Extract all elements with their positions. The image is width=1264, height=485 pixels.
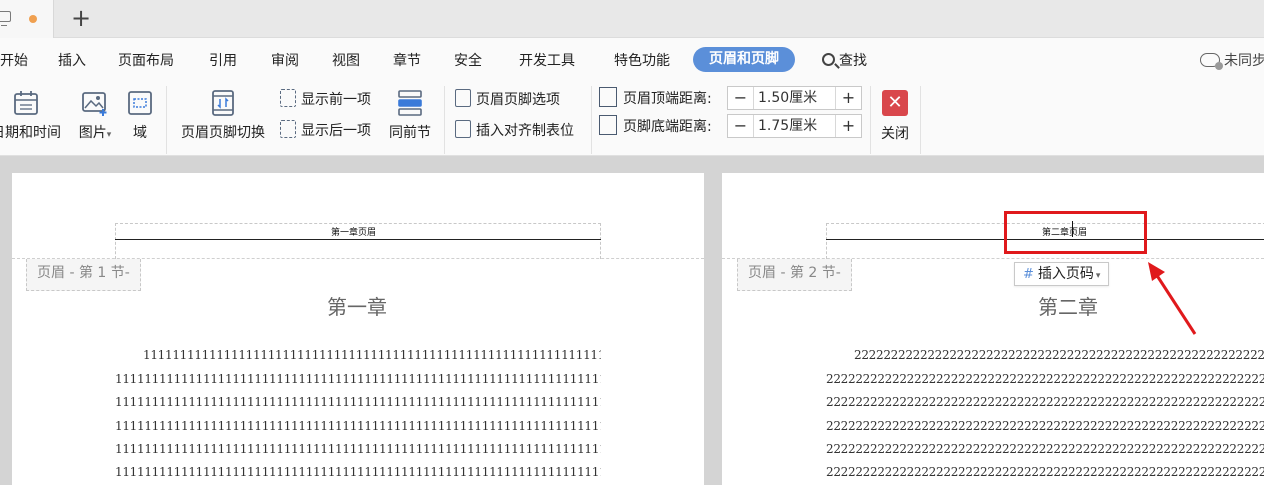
calendar-icon (12, 89, 38, 117)
insert-align-tab-button[interactable]: 插入对齐制表位 (455, 120, 574, 142)
ribbon-separator (591, 86, 592, 154)
ribbon-separator (870, 86, 871, 154)
menu-references[interactable]: 引用 (209, 50, 237, 70)
show-next-label: 显示后一项 (301, 123, 371, 139)
decrease-button[interactable]: − (728, 87, 754, 109)
insert-align-tab-label: 插入对齐制表位 (476, 123, 574, 139)
menu-chapter[interactable]: 章节 (393, 50, 421, 70)
header-footer-switch-label: 页眉页脚切换 (181, 125, 265, 141)
body-line[interactable]: 2222222222222222222222222222222222222222… (854, 348, 1264, 362)
body-line[interactable]: 1111111111111111111111111111111111111111… (115, 419, 601, 433)
close-label: 关闭 (881, 126, 909, 142)
insert-page-number-button[interactable]: # 插入页码 ▾ (1014, 262, 1110, 286)
header-top-distance-stepper[interactable]: − 1.50厘米 + (727, 86, 862, 110)
search-icon (822, 53, 835, 66)
header-distance-icon (599, 87, 617, 107)
header-rule (115, 239, 601, 240)
header-footer-options-button[interactable]: 页眉页脚选项 (455, 89, 560, 111)
body-line[interactable]: 1111111111111111111111111111111111111111… (115, 395, 601, 409)
chapter-title[interactable]: 第一章 (327, 291, 387, 320)
menu-features[interactable]: 特色功能 (614, 50, 670, 70)
footer-bottom-distance-label: 页脚底端距离: (599, 115, 712, 138)
insert-page-number-label: 插入页码 (1037, 266, 1094, 282)
picture-icon (81, 89, 109, 117)
page-number-icon: # (1023, 267, 1034, 282)
menu-view[interactable]: 视图 (332, 50, 360, 70)
unsaved-dot-icon (29, 15, 37, 23)
close-header-footer-button[interactable]: ✕ 关闭 (876, 86, 914, 148)
chapter-title[interactable]: 第二章 (1038, 291, 1098, 320)
body-line[interactable]: 1111111111111111111111111111111111111111… (115, 442, 601, 456)
menu-page-layout[interactable]: 页面布局 (118, 50, 174, 70)
footer-bottom-distance-stepper[interactable]: − 1.75厘米 + (727, 114, 862, 138)
footer-bottom-distance-text: 页脚底端距离: (623, 119, 712, 135)
same-as-previous-label: 同前节 (389, 125, 431, 141)
field-label: 域 (133, 125, 147, 141)
date-time-button[interactable]: 日期和时间 (0, 86, 64, 148)
close-icon: ✕ (882, 90, 908, 116)
section-tag: 页眉 - 第 2 节- (737, 259, 852, 291)
show-previous-label: 显示前一项 (301, 92, 371, 108)
header-top-distance-input[interactable]: 1.50厘米 (758, 87, 817, 109)
decrease-button[interactable]: − (728, 115, 754, 137)
menu-review[interactable]: 审阅 (271, 50, 299, 70)
cloud-icon (1200, 53, 1223, 70)
header-top-distance-text: 页眉顶端距离: (623, 91, 712, 107)
body-line[interactable]: 1111111111111111111111111111111111111111… (115, 465, 601, 479)
chevron-down-icon: ▾ (1095, 271, 1101, 281)
section-tag: 页眉 - 第 1 节- (26, 259, 141, 291)
same-as-previous-icon (396, 89, 424, 117)
menu-insert[interactable]: 插入 (58, 50, 86, 70)
body-line[interactable]: 1111111111111111111111111111111111111111… (143, 348, 601, 362)
chevron-down-icon: ▾ (106, 130, 112, 140)
body-line[interactable]: 2222222222222222222222222222222222222222… (826, 442, 1264, 456)
show-previous-button[interactable]: 显示前一项 (280, 89, 371, 111)
ribbon-separator (920, 86, 921, 154)
show-previous-icon (280, 89, 296, 107)
increase-button[interactable]: + (835, 115, 861, 137)
document-page-1[interactable]: 第一章页眉 页眉 - 第 1 节- 第一章 111111111111111111… (12, 173, 704, 485)
header-text[interactable]: 第一章页眉 (331, 225, 376, 238)
menu-home[interactable]: 开始 (0, 50, 28, 70)
search-label: 查找 (839, 53, 867, 69)
tab-bar: + (0, 0, 1264, 38)
picture-label: 图片 (78, 125, 107, 141)
document-icon (0, 11, 11, 26)
same-as-previous-button[interactable]: 同前节 (386, 86, 434, 148)
footer-bottom-distance-input[interactable]: 1.75厘米 (758, 115, 817, 137)
field-button[interactable]: 域 (124, 86, 156, 148)
sync-status[interactable]: 未同步 (1200, 50, 1264, 70)
ribbon-toolbar: 日期和时间 图片▾ 域 页眉页脚切换 显示前一项 显示后一项 同前节 页眉页脚选… (0, 82, 1264, 156)
body-line[interactable]: 2222222222222222222222222222222222222222… (826, 395, 1264, 409)
document-tab[interactable] (0, 0, 54, 38)
header-footer-switch-button[interactable]: 页眉页脚切换 (176, 86, 270, 148)
body-line[interactable]: 1111111111111111111111111111111111111111… (115, 372, 601, 386)
arrow-annotation (1148, 262, 1197, 335)
body-line[interactable]: 2222222222222222222222222222222222222222… (826, 372, 1264, 386)
menu-header-footer[interactable]: 页眉和页脚 (693, 47, 795, 72)
picture-button[interactable]: 图片▾ (72, 86, 118, 148)
footer-distance-icon (599, 115, 617, 135)
options-icon (455, 89, 471, 107)
search-button[interactable]: 查找 (822, 50, 867, 70)
body-line[interactable]: 2222222222222222222222222222222222222222… (826, 465, 1264, 479)
menu-security[interactable]: 安全 (454, 50, 482, 70)
menu-developer[interactable]: 开发工具 (519, 50, 575, 70)
date-time-label: 日期和时间 (0, 125, 61, 141)
highlight-box (1004, 211, 1147, 254)
show-next-button[interactable]: 显示后一项 (280, 120, 371, 142)
show-next-icon (280, 120, 296, 138)
ribbon-separator (444, 86, 445, 154)
body-line[interactable]: 2222222222222222222222222222222222222222… (826, 419, 1264, 433)
new-tab-button[interactable]: + (66, 4, 96, 34)
header-top-distance-label: 页眉顶端距离: (599, 87, 712, 110)
menu-bar: 开始 插入 页面布局 引用 审阅 视图 章节 安全 开发工具 特色功能 页眉和页… (0, 38, 1264, 82)
ribbon-separator (166, 86, 167, 154)
header-footer-options-label: 页眉页脚选项 (476, 92, 560, 108)
align-tab-icon (455, 120, 471, 138)
field-icon (126, 89, 154, 117)
increase-button[interactable]: + (835, 87, 861, 109)
switch-icon (209, 89, 237, 117)
sync-label: 未同步 (1224, 53, 1264, 69)
